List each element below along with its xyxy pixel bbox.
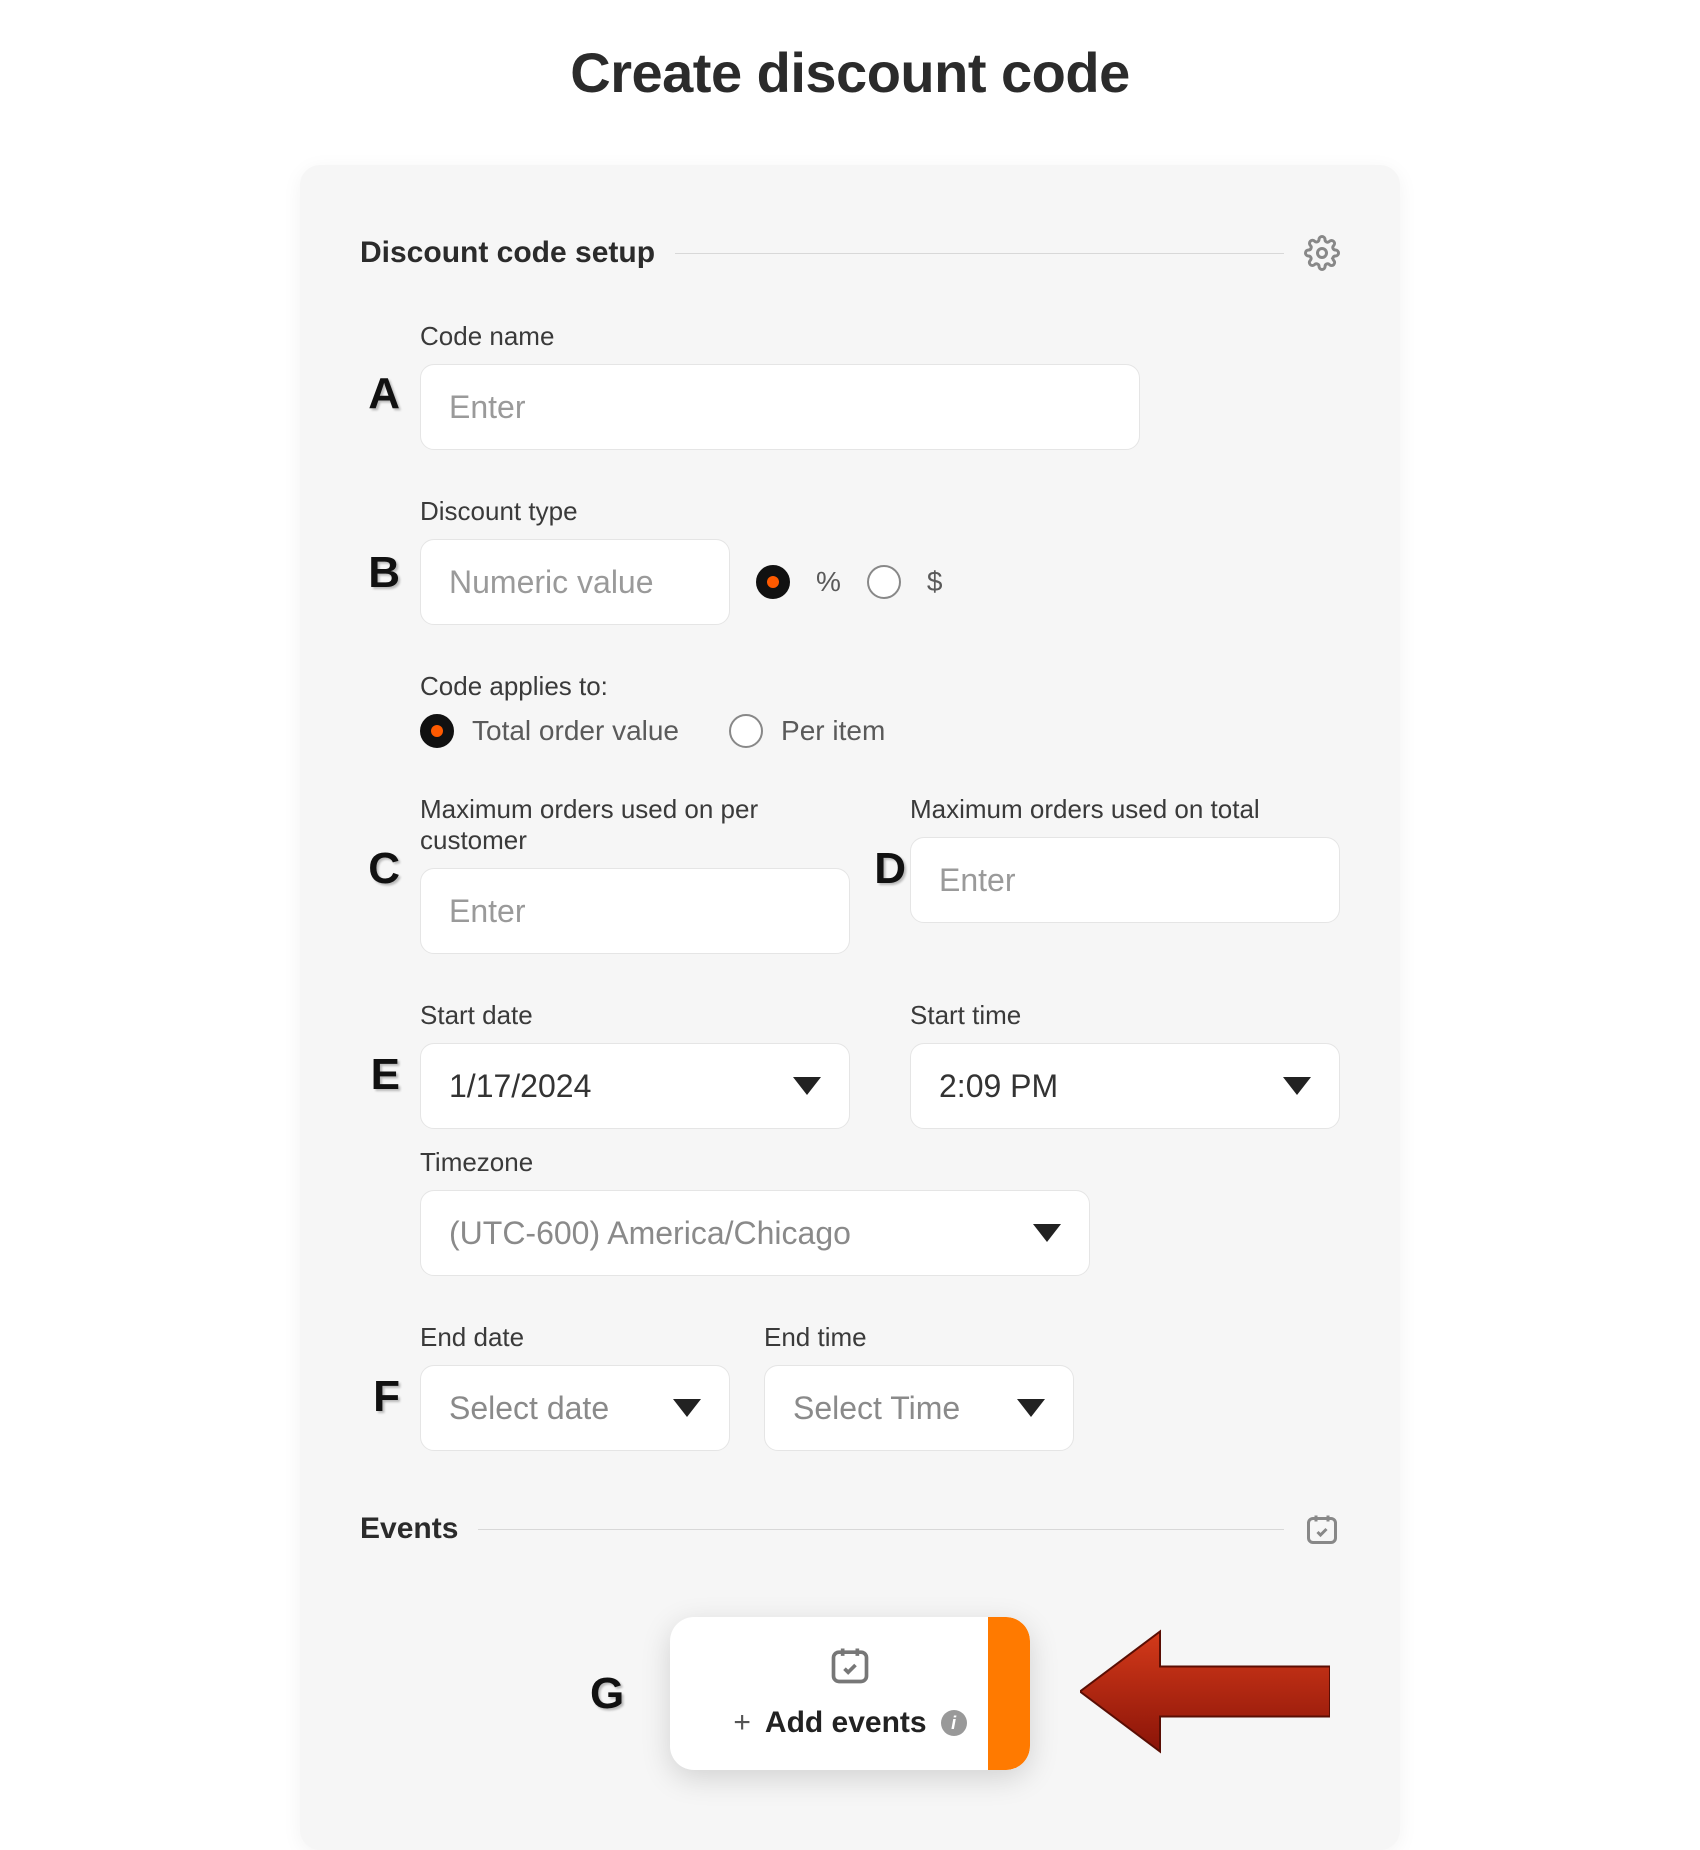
calendar-check-icon [690, 1643, 1010, 1692]
label-start-date: Start date [420, 1000, 850, 1031]
radio-percent-label: % [816, 566, 841, 598]
marker-f: F [350, 1372, 400, 1422]
marker-d: D [856, 844, 906, 894]
label-code-name: Code name [420, 321, 1340, 352]
discount-value-input[interactable] [420, 539, 730, 625]
plus-icon: + [733, 1706, 751, 1740]
timezone-value: (UTC-600) America/Chicago [449, 1215, 851, 1252]
chevron-down-icon [1017, 1399, 1045, 1417]
label-discount-type: Discount type [420, 496, 1340, 527]
marker-b: B [350, 548, 400, 598]
marker-c: C [350, 844, 400, 894]
field-code-name: A Code name [420, 321, 1340, 450]
red-arrow-annotation [1080, 1626, 1330, 1761]
max-total-input[interactable] [910, 837, 1340, 923]
marker-g: G [590, 1669, 624, 1719]
events-center: G + Add events i [360, 1617, 1340, 1770]
calendar-check-icon [1304, 1511, 1340, 1547]
info-icon: i [941, 1710, 967, 1736]
label-end-date: End date [420, 1322, 730, 1353]
radio-percent[interactable] [756, 565, 790, 599]
divider [478, 1529, 1284, 1530]
end-time-placeholder: Select Time [793, 1390, 960, 1427]
discount-form-card: Discount code setup A Code name B Discou… [300, 165, 1400, 1850]
radio-per-item[interactable] [729, 714, 763, 748]
radio-dollar[interactable] [867, 565, 901, 599]
chevron-down-icon [793, 1077, 821, 1095]
radio-dollar-label: $ [927, 566, 943, 598]
marker-e: E [350, 1050, 400, 1100]
radio-per-item-label: Per item [781, 715, 885, 747]
end-time-select[interactable]: Select Time [764, 1365, 1074, 1451]
section-title-setup: Discount code setup [360, 236, 655, 270]
end-date-select[interactable]: Select date [420, 1365, 730, 1451]
field-start: E Start date 1/17/2024 Start time 2:09 P… [420, 1000, 1340, 1129]
radio-total-order-label: Total order value [472, 715, 679, 747]
label-start-time: Start time [910, 1000, 1340, 1031]
radio-total-order[interactable] [420, 714, 454, 748]
field-applies-to: Code applies to: Total order value Per i… [420, 671, 1340, 748]
add-events-button[interactable]: + Add events i [670, 1617, 1030, 1770]
end-date-placeholder: Select date [449, 1390, 609, 1427]
divider [675, 253, 1284, 254]
label-applies-to: Code applies to: [420, 671, 1340, 702]
label-max-per-customer: Maximum orders used on per customer [420, 794, 850, 856]
start-time-select[interactable]: 2:09 PM [910, 1043, 1340, 1129]
chevron-down-icon [1033, 1224, 1061, 1242]
chevron-down-icon [1283, 1077, 1311, 1095]
section-header-events: Events [360, 1511, 1340, 1547]
start-time-value: 2:09 PM [939, 1068, 1058, 1105]
add-events-label: Add events [765, 1706, 927, 1740]
gear-icon[interactable] [1304, 235, 1340, 271]
label-end-time: End time [764, 1322, 1074, 1353]
field-timezone: Timezone (UTC-600) America/Chicago [420, 1147, 1340, 1276]
max-per-customer-input[interactable] [420, 868, 850, 954]
start-date-select[interactable]: 1/17/2024 [420, 1043, 850, 1129]
label-timezone: Timezone [420, 1147, 1340, 1178]
chevron-down-icon [673, 1399, 701, 1417]
code-name-input[interactable] [420, 364, 1140, 450]
field-discount-type: B Discount type % $ [420, 496, 1340, 625]
page-title: Create discount code [300, 40, 1400, 105]
events-section: Events G + Add events i [360, 1511, 1340, 1770]
section-header-setup: Discount code setup [360, 235, 1340, 271]
field-end: F End date Select date End time Select T… [420, 1322, 1340, 1451]
marker-a: A [350, 369, 400, 419]
timezone-select[interactable]: (UTC-600) America/Chicago [420, 1190, 1090, 1276]
field-max-orders: C Maximum orders used on per customer D … [420, 794, 1340, 954]
label-max-total: Maximum orders used on total [910, 794, 1340, 825]
section-title-events: Events [360, 1512, 458, 1546]
start-date-value: 1/17/2024 [449, 1068, 591, 1105]
